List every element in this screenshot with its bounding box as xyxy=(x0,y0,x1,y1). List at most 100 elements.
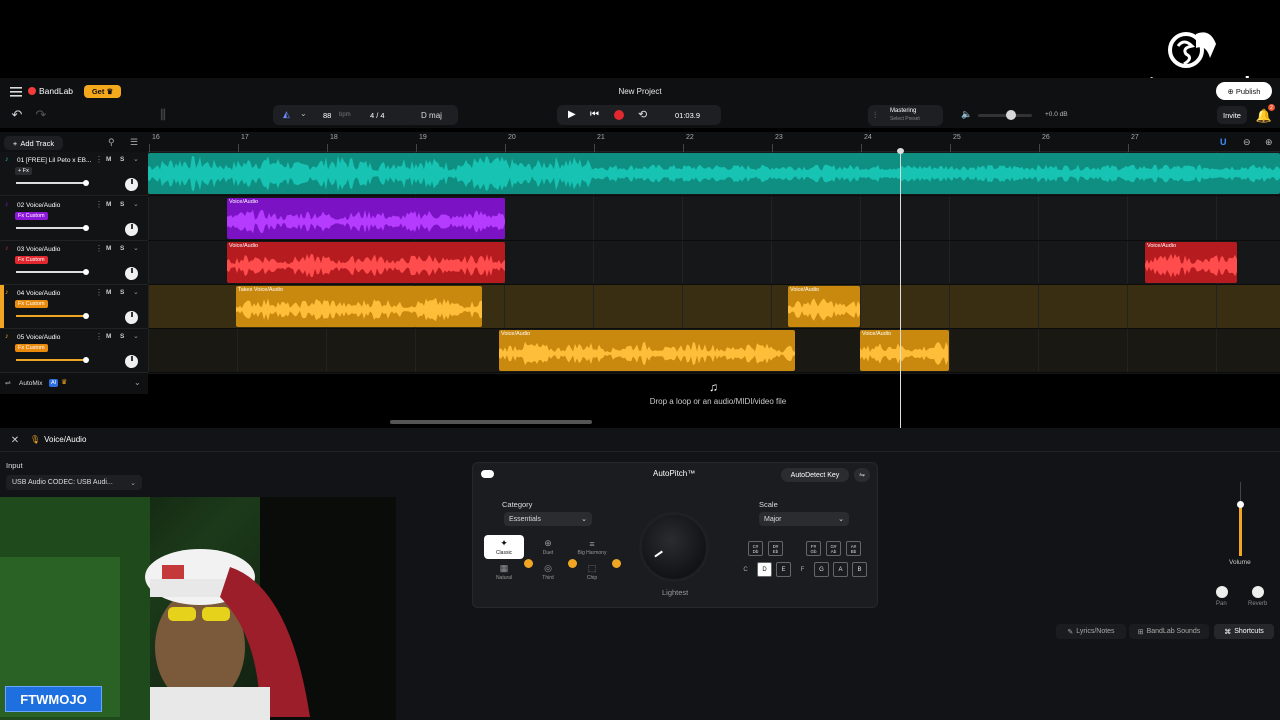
chevron-down-icon[interactable]: ⌄ xyxy=(133,155,139,163)
input-select[interactable]: USB Audio CODEC: USB Audi... ⌄ xyxy=(6,475,142,490)
solo-button[interactable]: S xyxy=(120,156,124,163)
mute-button[interactable]: M xyxy=(106,156,111,163)
bandlab-sounds-tab[interactable]: ⊞ BandLab Sounds xyxy=(1129,624,1209,639)
track-pan-knob[interactable] xyxy=(125,267,138,280)
track-header[interactable]: ♪ 05 Voice/Audio Fx Custom ⋮ M S ⌄ xyxy=(0,329,148,373)
track-settings-icon[interactable]: ☰ xyxy=(130,137,138,148)
volume-handle[interactable] xyxy=(1237,501,1244,508)
skip-back-icon[interactable]: ⏮ xyxy=(590,109,599,120)
note-f[interactable]: F xyxy=(795,562,810,577)
audio-clip[interactable]: Voice/Audio xyxy=(860,330,949,371)
note-4[interactable]: A# Bb xyxy=(846,541,861,556)
add-track-button[interactable]: + Add Track xyxy=(4,136,63,150)
bpm-value[interactable]: 88 xyxy=(323,111,331,120)
speaker-icon[interactable]: 🔈 xyxy=(961,109,972,120)
note-e[interactable]: E xyxy=(776,562,791,577)
chevron-down-icon[interactable]: ⌄ xyxy=(133,288,139,296)
fx-badge[interactable]: Fx Custom xyxy=(15,300,48,308)
chevron-down-icon[interactable]: ⌄ xyxy=(300,109,307,118)
master-volume-handle[interactable] xyxy=(1006,110,1016,120)
fx-badge[interactable]: Fx Custom xyxy=(15,256,48,264)
track-pan-knob[interactable] xyxy=(125,223,138,236)
hamburger-menu-icon[interactable] xyxy=(8,84,24,100)
solo-button[interactable]: S xyxy=(120,333,124,340)
more-options-icon[interactable]: ⋮ xyxy=(95,155,103,164)
preset-classic[interactable]: ✦ Classic xyxy=(484,535,524,559)
track-name[interactable]: 03 Voice/Audio xyxy=(17,246,60,253)
plugin-power-toggle[interactable] xyxy=(481,470,494,478)
note-d[interactable]: D xyxy=(757,562,772,577)
mute-button[interactable]: M xyxy=(106,245,111,252)
track-pan-knob[interactable] xyxy=(125,355,138,368)
more-options-icon[interactable]: ⋮ xyxy=(95,200,103,209)
master-volume-slider[interactable] xyxy=(978,114,1032,117)
chevron-down-icon[interactable]: ⌄ xyxy=(134,378,141,387)
note-g[interactable]: G xyxy=(814,562,829,577)
solo-button[interactable]: S xyxy=(120,201,124,208)
fx-badge[interactable]: Fx Custom xyxy=(15,212,48,220)
mute-button[interactable]: M xyxy=(106,201,111,208)
fx-badge[interactable]: Fx Custom xyxy=(15,344,48,352)
track-name[interactable]: 02 Voice/Audio xyxy=(17,202,60,209)
track-pan-knob[interactable] xyxy=(125,311,138,324)
metronome-icon[interactable]: ◭ xyxy=(283,109,290,120)
track-header[interactable]: ♪ 01 [FREE] Lil Peto x EB... + Fx ⋮ M S ⌄ xyxy=(0,152,148,196)
audio-clip[interactable]: Voice/Audio xyxy=(227,198,505,239)
time-signature[interactable]: 4 / 4 xyxy=(370,111,385,120)
track-volume-slider[interactable] xyxy=(16,357,89,363)
track-pan-knob[interactable] xyxy=(125,178,138,191)
wand-icon[interactable]: ⚲ xyxy=(108,137,115,148)
track-name[interactable]: 04 Voice/Audio xyxy=(17,290,60,297)
audio-clip[interactable]: Voice/Audio xyxy=(227,242,505,283)
audio-clip[interactable] xyxy=(148,153,1280,194)
mastering-button[interactable]: ⫶ Mastering Select Preset xyxy=(868,105,943,126)
chevron-down-icon[interactable]: ⌄ xyxy=(133,200,139,208)
track-volume-slider[interactable] xyxy=(16,180,89,186)
volume-handle[interactable] xyxy=(83,313,89,319)
loop-icon[interactable]: ⟲ xyxy=(638,108,647,121)
scale-select[interactable]: Major ⌄ xyxy=(759,512,849,526)
track-volume-slider[interactable] xyxy=(16,313,89,319)
mute-button[interactable]: M xyxy=(106,289,111,296)
track-name[interactable]: 05 Voice/Audio xyxy=(17,334,60,341)
pan-knob[interactable] xyxy=(1216,586,1228,598)
more-options-icon[interactable]: ⋮ xyxy=(95,332,103,341)
note-3[interactable]: G# Ab xyxy=(826,541,841,556)
invite-button[interactable]: Invite xyxy=(1217,106,1247,124)
audio-clip[interactable]: Voice/Audio xyxy=(788,286,860,327)
undo-icon[interactable]: ↶ xyxy=(8,107,26,123)
reverb-knob[interactable] xyxy=(1252,586,1264,598)
get-membership-button[interactable]: Get ♛ xyxy=(84,85,121,98)
horizontal-scrollbar[interactable] xyxy=(390,420,592,424)
track-header[interactable]: ♪ 03 Voice/Audio Fx Custom ⋮ M S ⌄ xyxy=(0,241,148,285)
close-icon[interactable]: ✕ xyxy=(8,433,22,447)
track-volume-slider[interactable] xyxy=(16,269,89,275)
volume-handle[interactable] xyxy=(83,269,89,275)
mute-button[interactable]: M xyxy=(106,333,111,340)
magnet-icon[interactable]: U xyxy=(1220,137,1227,147)
preset-big-harmony[interactable]: ≡ Big Harmony xyxy=(572,535,612,559)
preset-third[interactable]: ◎ Third xyxy=(528,560,568,584)
note-0[interactable]: C# Db xyxy=(748,541,763,556)
preset-natural[interactable]: ▦ Natural xyxy=(484,560,524,584)
note-2[interactable]: F# Gb xyxy=(806,541,821,556)
autodetect-key-button[interactable]: AutoDetect Key xyxy=(781,468,849,482)
note-b[interactable]: B xyxy=(852,562,867,577)
project-title[interactable]: New Project xyxy=(560,87,720,96)
sliders-icon[interactable]: ⇋ xyxy=(854,468,870,482)
note-1[interactable]: D# Eb xyxy=(768,541,783,556)
audio-clip[interactable]: Voice/Audio xyxy=(1145,242,1237,283)
automix-row[interactable]: ⇌ AutoMix AI ♛ ⌄ xyxy=(0,375,148,393)
preset-chip[interactable]: ⬚ Chip xyxy=(572,560,612,584)
playhead-handle[interactable] xyxy=(897,148,904,154)
redo-icon[interactable]: ↷ xyxy=(32,107,50,123)
solo-button[interactable]: S xyxy=(120,245,124,252)
volume-handle[interactable] xyxy=(83,357,89,363)
playhead[interactable] xyxy=(900,150,901,428)
timeline-ruler[interactable]: 16 17 18 19 20 21 22 23 24 25 26 27 xyxy=(148,132,1280,152)
volume-handle[interactable] xyxy=(83,180,89,186)
solo-button[interactable]: S xyxy=(120,289,124,296)
publish-button[interactable]: ⊕ Publish xyxy=(1216,82,1272,100)
chevron-down-icon[interactable]: ⌄ xyxy=(133,244,139,252)
volume-handle[interactable] xyxy=(83,225,89,231)
